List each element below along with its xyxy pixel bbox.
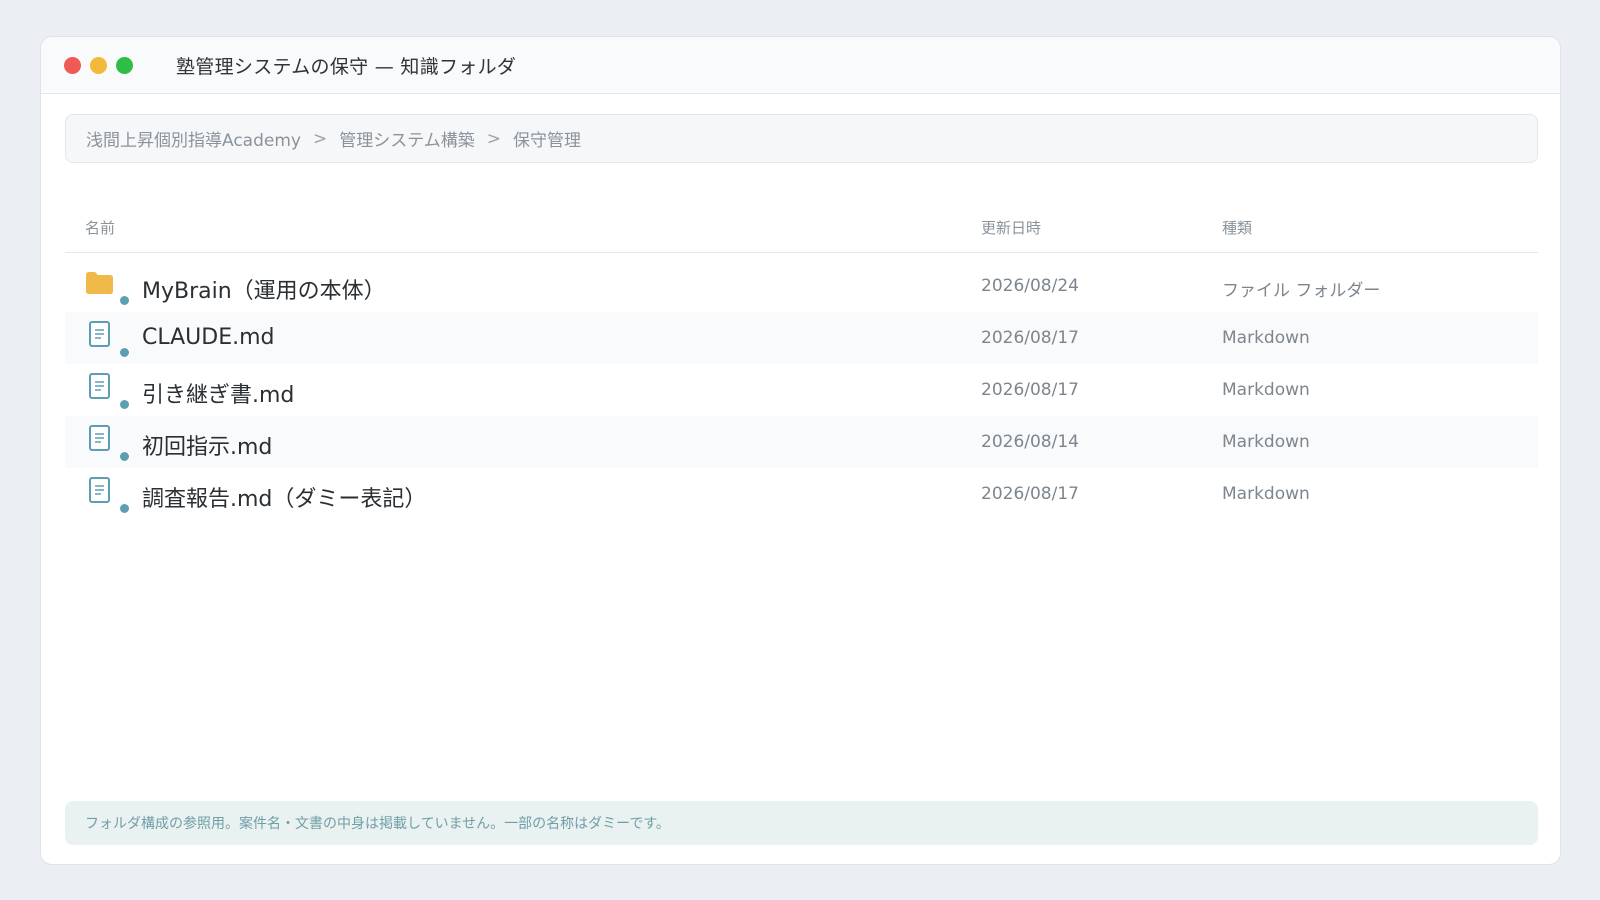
breadcrumb-item-current[interactable]: 保守管理 — [513, 126, 581, 151]
file-name: 初回指示.md — [142, 435, 273, 460]
breadcrumb-item-root[interactable]: 浅間上昇個別指導Academy — [86, 126, 301, 151]
window-title: 塾管理システムの保守 — 知識フォルダ — [176, 55, 517, 78]
folder-icon — [84, 271, 130, 306]
file-browser-window: 塾管理システムの保守 — 知識フォルダ 浅間上昇個別指導Academy > 管理… — [40, 36, 1561, 865]
breadcrumb-separator: > — [312, 128, 328, 149]
file-name: 引き継ぎ書.md — [142, 383, 295, 408]
sync-status-dot — [119, 451, 130, 462]
document-icon — [84, 373, 130, 410]
column-header-kind[interactable]: 種類 — [1222, 217, 1252, 238]
file-date: 2026/08/17 — [981, 380, 1079, 400]
window-controls — [64, 56, 133, 74]
file-kind: ファイル フォルダー — [1222, 281, 1381, 301]
file-date: 2026/08/14 — [981, 432, 1079, 452]
document-icon — [84, 425, 130, 462]
file-name: CLAUDE.md — [142, 325, 275, 350]
footer-note: フォルダ構成の参照用。案件名・文書の中身は掲載していません。一部の名称はダミーで… — [65, 801, 1538, 845]
file-kind: Markdown — [1222, 380, 1310, 400]
file-date: 2026/08/24 — [981, 276, 1079, 296]
column-header-date[interactable]: 更新日時 — [981, 217, 1041, 238]
file-date: 2026/08/17 — [981, 328, 1079, 348]
sync-status-dot — [119, 503, 130, 514]
sync-status-dot — [119, 347, 130, 358]
footer-note-text: フォルダ構成の参照用。案件名・文書の中身は掲載していません。一部の名称はダミーで… — [85, 816, 670, 832]
file-row[interactable]: 引き継ぎ書.md 2026/08/17 Markdown — [65, 364, 1538, 416]
file-row[interactable]: MyBrain（運用の本体） 2026/08/24 ファイル フォルダー — [65, 260, 1538, 312]
title-bar: 塾管理システムの保守 — 知識フォルダ — [41, 37, 1560, 94]
file-kind: Markdown — [1222, 484, 1310, 504]
sync-status-dot — [119, 399, 130, 410]
sync-status-dot — [119, 295, 130, 306]
column-header-row: 名前 更新日時 種類 — [65, 209, 1538, 253]
file-name: MyBrain（運用の本体） — [142, 279, 386, 304]
document-icon — [84, 321, 130, 358]
document-icon — [84, 477, 130, 514]
file-kind: Markdown — [1222, 432, 1310, 452]
file-name: 調査報告.md（ダミー表記） — [142, 487, 427, 512]
maximize-window-button[interactable] — [116, 56, 133, 74]
breadcrumb-separator: > — [486, 128, 501, 149]
breadcrumb-item-system[interactable]: 管理システム構築 — [339, 126, 475, 151]
close-window-button[interactable] — [64, 56, 81, 74]
file-date: 2026/08/17 — [981, 484, 1079, 504]
minimize-window-button[interactable] — [90, 56, 107, 74]
column-header-name[interactable]: 名前 — [85, 217, 115, 238]
file-kind: Markdown — [1222, 328, 1310, 348]
file-row[interactable]: 調査報告.md（ダミー表記） 2026/08/17 Markdown — [65, 468, 1538, 520]
file-list: MyBrain（運用の本体） 2026/08/24 ファイル フォルダー CLA… — [65, 260, 1538, 520]
breadcrumb: 浅間上昇個別指導Academy > 管理システム構築 > 保守管理 — [65, 114, 1538, 163]
file-row[interactable]: 初回指示.md 2026/08/14 Markdown — [65, 416, 1538, 468]
file-row[interactable]: CLAUDE.md 2026/08/17 Markdown — [65, 312, 1538, 364]
